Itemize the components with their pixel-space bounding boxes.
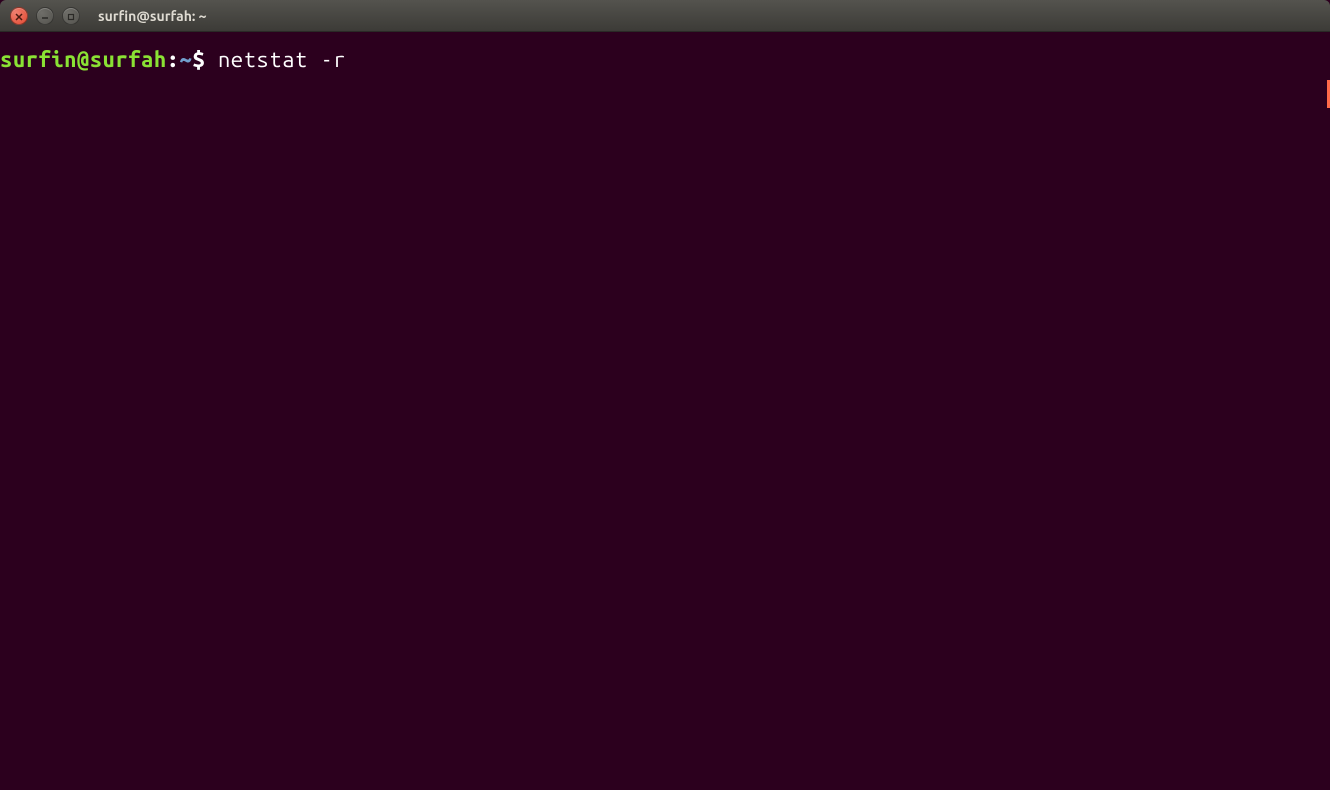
prompt-dollar: $ xyxy=(192,47,218,72)
maximize-button[interactable] xyxy=(62,7,80,25)
minimize-icon xyxy=(41,7,49,25)
window-title: surfin@surfah: ~ xyxy=(98,8,207,24)
minimize-button[interactable] xyxy=(36,7,54,25)
command-text: netstat -r xyxy=(218,47,346,72)
prompt-user-host: surfin@surfah xyxy=(0,47,167,72)
prompt-separator: : xyxy=(167,47,180,72)
close-button[interactable] xyxy=(10,7,28,25)
titlebar[interactable]: surfin@surfah: ~ xyxy=(0,0,1330,32)
window-controls xyxy=(10,7,80,25)
terminal-window: surfin@surfah: ~ surfin@surfah:~$ netsta… xyxy=(0,0,1330,790)
close-icon xyxy=(15,7,23,25)
terminal-line: surfin@surfah:~$ netstat -r xyxy=(0,46,1330,74)
prompt-path: ~ xyxy=(180,47,193,72)
maximize-icon xyxy=(67,7,75,25)
terminal-body[interactable]: surfin@surfah:~$ netstat -r xyxy=(0,32,1330,790)
